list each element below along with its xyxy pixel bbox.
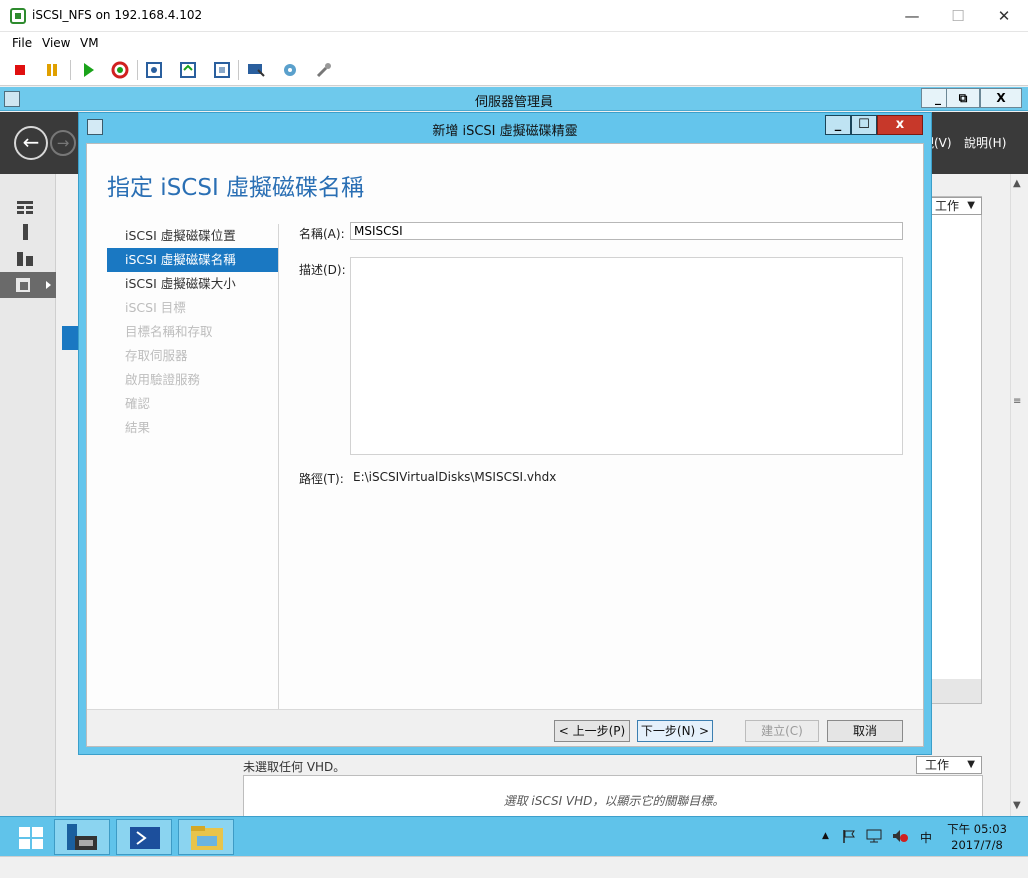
tasks-dropdown-top[interactable]: 工作 ▼ bbox=[926, 197, 982, 215]
step-item-active[interactable]: iSCSI 虛擬磁碟名稱 bbox=[107, 248, 279, 272]
step-item: 結果 bbox=[125, 420, 151, 435]
vmware-app-icon bbox=[10, 8, 26, 24]
taskbar-explorer-icon[interactable] bbox=[178, 819, 234, 855]
wizard-maximize-button[interactable]: ☐ bbox=[851, 115, 877, 135]
network-icon[interactable] bbox=[866, 829, 882, 846]
vm-window-titlebar: iSCSI_NFS on 192.168.4.102 — ☐ ✕ bbox=[0, 0, 1028, 32]
taskbar-clock[interactable]: 下午 05:03 2017/7/8 bbox=[946, 821, 1008, 853]
scroll-thumb-icon[interactable]: ≡ bbox=[1013, 396, 1021, 407]
step-item: 存取伺服器 bbox=[125, 348, 188, 363]
ime-indicator[interactable]: 中 bbox=[920, 829, 932, 846]
tasks-dropdown-label: 工作 bbox=[935, 199, 960, 213]
vhd-status-text: 未選取任何 VHD。 bbox=[243, 760, 346, 774]
taskbar-server-manager-icon[interactable] bbox=[54, 819, 110, 855]
console-icon[interactable] bbox=[246, 60, 266, 80]
toolbar-separator bbox=[137, 60, 138, 80]
vm-toolbar bbox=[0, 54, 1028, 86]
file-storage-services-icon[interactable] bbox=[0, 272, 56, 298]
snapshot-icon[interactable] bbox=[144, 60, 164, 80]
all-servers-icon[interactable] bbox=[16, 250, 34, 266]
dashboard-icon[interactable] bbox=[16, 200, 34, 216]
wizard-footer: < 上一步(P) 下一步(N) > 建立(C) 取消 bbox=[87, 709, 923, 746]
sm-close-button[interactable]: X bbox=[980, 88, 1022, 108]
toolbar-separator bbox=[70, 60, 71, 80]
server-manager-title: 伺服器管理員 bbox=[474, 95, 553, 110]
chevron-down-icon: ▼ bbox=[967, 200, 975, 211]
toolbar-separator bbox=[238, 60, 239, 80]
previous-button[interactable]: < 上一步(P) bbox=[554, 720, 630, 742]
server-manager-titlebar: 伺服器管理員 _ ⧉ X bbox=[0, 87, 1028, 111]
tasks-panel-footer bbox=[927, 679, 981, 703]
iscsi-wizard-dialog: 新增 iSCSI 虛擬磁碟精靈 _ ☐ x 指定 iSCSI 虛擬磁碟名稱 iS… bbox=[78, 112, 932, 755]
local-server-icon[interactable] bbox=[16, 224, 34, 240]
clock-time: 下午 05:03 bbox=[947, 822, 1007, 836]
menu-view[interactable]: View bbox=[42, 36, 70, 50]
name-label: 名稱(A): bbox=[299, 227, 345, 241]
vm-status-strip bbox=[0, 856, 1028, 878]
vm-window-title: iSCSI_NFS on 192.168.4.102 bbox=[32, 8, 203, 22]
description-label: 描述(D): bbox=[299, 263, 346, 277]
chevron-down-icon: ▼ bbox=[967, 759, 975, 770]
tasks-dropdown-label: 工作 bbox=[925, 758, 950, 772]
path-label: 路徑(T): bbox=[299, 472, 344, 486]
forward-arrow-icon[interactable]: → bbox=[50, 130, 76, 156]
vm-minimize-button[interactable]: — bbox=[892, 4, 932, 28]
vm-menubar: File View VM bbox=[0, 32, 1028, 54]
step-item: iSCSI 目標 bbox=[125, 300, 186, 315]
wizard-title: 新增 iSCSI 虛擬磁碟精靈 bbox=[432, 124, 578, 139]
sm-restore-button[interactable]: ⧉ bbox=[946, 88, 980, 108]
scroll-up-icon[interactable]: ▲ bbox=[1013, 178, 1021, 189]
vhd-hint-text: 選取 iSCSI VHD，以顯示它的關聯目標。 bbox=[503, 794, 725, 808]
step-item: 確認 bbox=[125, 396, 151, 411]
step-item: 目標名稱和存取 bbox=[125, 324, 213, 339]
reset-icon[interactable] bbox=[110, 60, 130, 80]
tasks-dropdown-bottom[interactable]: 工作 ▼ bbox=[916, 756, 982, 774]
steps-divider bbox=[278, 224, 279, 720]
snapshot-manager-icon[interactable] bbox=[212, 60, 232, 80]
name-input[interactable]: MSISCSI bbox=[350, 222, 903, 240]
wizard-content: 指定 iSCSI 虛擬磁碟名稱 iSCSI 虛擬磁碟位置 iSCSI 虛擬磁碟名… bbox=[86, 143, 924, 747]
back-arrow-icon[interactable]: ← bbox=[14, 126, 48, 160]
wizard-heading: 指定 iSCSI 虛擬磁碟名稱 bbox=[107, 175, 365, 201]
step-item[interactable]: iSCSI 虛擬磁碟大小 bbox=[107, 272, 279, 296]
cancel-button[interactable]: 取消 bbox=[827, 720, 903, 742]
description-textarea[interactable] bbox=[350, 257, 903, 455]
menu-vm[interactable]: VM bbox=[80, 36, 99, 50]
windows-taskbar: ▲ 中 下午 05:03 2017/7/8 bbox=[0, 816, 1028, 856]
vhd-targets-panel: 選取 iSCSI VHD，以顯示它的關聯目標。 bbox=[243, 775, 983, 817]
tray-expand-icon[interactable]: ▲ bbox=[822, 831, 829, 841]
vm-maximize-button[interactable]: ☐ bbox=[938, 4, 978, 28]
tasks-panel bbox=[926, 196, 982, 704]
power-off-icon[interactable] bbox=[10, 60, 30, 80]
wizard-minimize-button[interactable]: _ bbox=[825, 115, 851, 135]
menu-help-sm[interactable]: 說明(H) bbox=[964, 134, 1006, 151]
action-center-flag-icon[interactable] bbox=[842, 829, 856, 846]
volume-muted-icon[interactable] bbox=[892, 829, 908, 846]
tools-icon[interactable] bbox=[314, 60, 334, 80]
selected-nav-indicator bbox=[62, 326, 78, 350]
start-button[interactable] bbox=[4, 819, 60, 855]
server-manager-leftnav bbox=[0, 174, 56, 816]
step-item[interactable]: iSCSI 虛擬磁碟位置 bbox=[107, 224, 279, 248]
suspend-icon[interactable] bbox=[42, 60, 62, 80]
vm-close-button[interactable]: ✕ bbox=[984, 4, 1024, 28]
menu-file[interactable]: File bbox=[12, 36, 32, 50]
taskbar-powershell-icon[interactable] bbox=[116, 819, 172, 855]
wizard-close-button[interactable]: x bbox=[877, 115, 923, 135]
path-value: E:\iSCSIVirtualDisks\MSISCSI.vhdx bbox=[353, 470, 557, 484]
power-on-icon[interactable] bbox=[78, 60, 98, 80]
clock-date: 2017/7/8 bbox=[951, 838, 1003, 852]
revert-snapshot-icon[interactable] bbox=[178, 60, 198, 80]
wizard-titlebar: 新增 iSCSI 虛擬磁碟精靈 _ ☐ x bbox=[79, 113, 931, 142]
next-button[interactable]: 下一步(N) > bbox=[637, 720, 713, 742]
vertical-scrollbar[interactable]: ▲ ≡ ▼ bbox=[1010, 174, 1027, 816]
step-item: 啟用驗證服務 bbox=[125, 372, 201, 387]
settings-icon[interactable] bbox=[280, 60, 300, 80]
create-button: 建立(C) bbox=[745, 720, 819, 742]
scroll-down-icon[interactable]: ▼ bbox=[1013, 800, 1021, 811]
